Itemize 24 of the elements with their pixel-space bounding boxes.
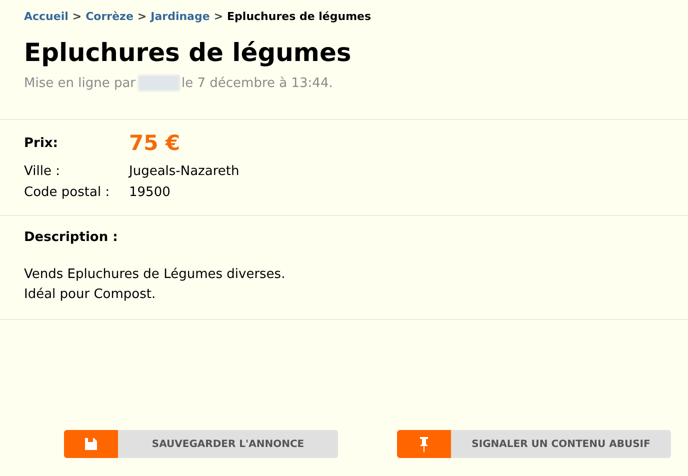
detail-value: 19500 <box>129 184 170 202</box>
breadcrumb-current: Epluchures de légumes <box>227 9 372 25</box>
breadcrumb-separator: > <box>214 9 224 25</box>
breadcrumb-link[interactable]: Accueil <box>24 9 68 26</box>
detail-label: Code postal : <box>24 184 111 202</box>
breadcrumb-separator: > <box>72 9 82 25</box>
description-text: Idéal pour Compost. <box>24 286 157 304</box>
detail-value: Jugeals-Nazareth <box>129 162 240 180</box>
breadcrumb-link[interactable]: Corrèze <box>86 9 134 26</box>
price-label: Prix: <box>24 135 59 153</box>
action-button[interactable]: SIGNALER UN CONTENU ABUSIF <box>397 430 671 458</box>
floppy-icon <box>84 437 98 451</box>
ad-title: Epluchures de légumes <box>23 40 352 64</box>
description-label: Description : <box>24 228 119 246</box>
breadcrumb-separator: > <box>137 9 147 25</box>
price-value: 75 € <box>129 130 180 157</box>
pin-icon <box>419 436 429 452</box>
description-text: Vends Epluchures de Légumes diverses. <box>24 266 286 284</box>
detail-label: Ville : <box>24 162 61 180</box>
posted-prefix: Mise en ligne par <box>24 74 136 92</box>
breadcrumb-link[interactable]: Jardinage <box>150 9 210 26</box>
blurred-username <box>138 75 180 92</box>
action-button[interactable]: SAUVEGARDER L'ANNONCE <box>64 430 338 458</box>
posted-date: le 7 décembre à 13:44. <box>182 74 333 92</box>
